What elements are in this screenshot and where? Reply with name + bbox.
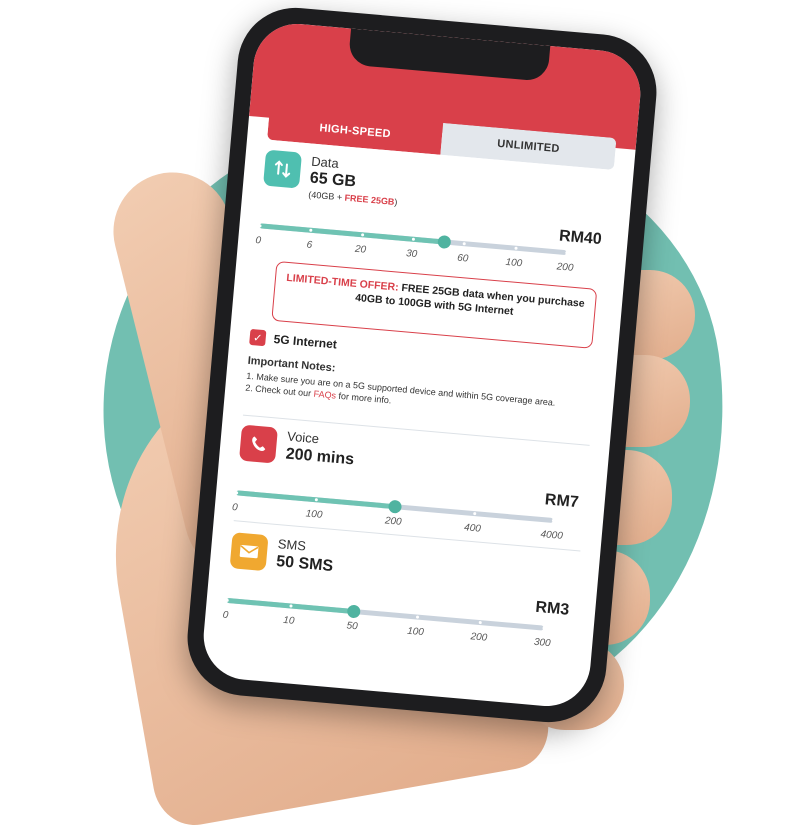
data-slider-tick-label: 200	[556, 261, 574, 274]
phone: HIGH-SPEED UNLIMITED Data 65 GB (40GB + …	[182, 3, 662, 727]
sms-slider-tick-label: 100	[406, 625, 425, 639]
sms-slider-handle[interactable]	[346, 604, 361, 619]
voice-slider-handle[interactable]	[388, 499, 403, 514]
envelope-icon	[229, 532, 269, 572]
sms-price: RM3	[534, 598, 570, 619]
sms-slider-tick-label: 10	[282, 614, 295, 627]
tab-unlimited[interactable]: UNLIMITED	[440, 122, 617, 170]
data-slider-tick-dot	[462, 242, 467, 246]
sms-slider-tick-label: 200	[470, 631, 488, 644]
sms-slider-tick-dot	[479, 620, 483, 625]
voice-slider-tick-dot	[314, 498, 318, 502]
data-slider-tick-label: 60	[456, 252, 469, 265]
data-transfer-icon	[263, 149, 303, 189]
data-slider-tick-label: 100	[505, 256, 523, 270]
data-slider-tick-dot	[565, 251, 569, 255]
sms-slider-tick-label: 0	[222, 609, 229, 622]
data-slider-tick-dot	[360, 233, 364, 237]
data-slider-tick-label: 30	[405, 248, 418, 261]
sms-slider-tick-dot	[542, 626, 546, 630]
voice-slider-tick-dot	[551, 518, 556, 523]
voice-slider-tick-label: 100	[305, 508, 323, 521]
note-item-2-suffix: for more info.	[335, 390, 392, 406]
data-slider-tick-label: 6	[306, 239, 313, 251]
sms-title: SMS	[277, 536, 307, 554]
data-breakdown: (40GB + FREE 25GB)	[308, 189, 398, 207]
data-price: RM40	[558, 227, 603, 249]
faqs-link[interactable]: FAQs	[313, 389, 336, 401]
5g-internet-label: 5G Internet	[273, 332, 338, 352]
sms-slider-tick-label: 50	[346, 620, 359, 633]
5g-internet-checkbox[interactable]: ✓	[249, 328, 267, 347]
sms-slider-tick-dot	[288, 604, 293, 608]
voice-slider-tick-label: 4000	[540, 528, 564, 542]
data-amount: 65 GB	[309, 169, 357, 191]
sms-slider-tick-dot	[415, 615, 419, 619]
offer-highlight: LIMITED-TIME OFFER:	[285, 271, 400, 294]
voice-amount: 200 mins	[284, 445, 355, 469]
data-breakdown-suffix: )	[393, 196, 398, 208]
checkmark-icon: ✓	[252, 331, 263, 345]
data-slider-tick-label: 0	[254, 235, 262, 247]
voice-price: RM7	[544, 491, 580, 512]
data-slider-handle[interactable]	[437, 234, 452, 250]
phone-icon	[238, 424, 278, 464]
voice-slider-tick-label: 400	[463, 522, 482, 535]
data-title: Data	[310, 153, 340, 171]
data-breakdown-prefix: (40GB +	[307, 189, 346, 203]
data-breakdown-free: FREE 25GB	[344, 192, 395, 207]
data-slider-tick-label: 20	[354, 243, 367, 256]
voice-title: Voice	[286, 428, 320, 447]
data-slider-tick-dot	[514, 246, 518, 250]
voice-slider-tick-label: 0	[231, 502, 239, 514]
voice-slider-tick-label: 200	[384, 515, 403, 528]
tab-high-speed[interactable]: HIGH-SPEED	[267, 107, 444, 155]
voice-slider-tick-dot	[472, 511, 476, 516]
sms-amount: 50 SMS	[275, 553, 334, 575]
sms-slider-tick-label: 300	[533, 636, 552, 650]
plan-builder: HIGH-SPEED UNLIMITED Data 65 GB (40GB + …	[220, 102, 617, 708]
phone-screen: HIGH-SPEED UNLIMITED Data 65 GB (40GB + …	[200, 20, 644, 710]
